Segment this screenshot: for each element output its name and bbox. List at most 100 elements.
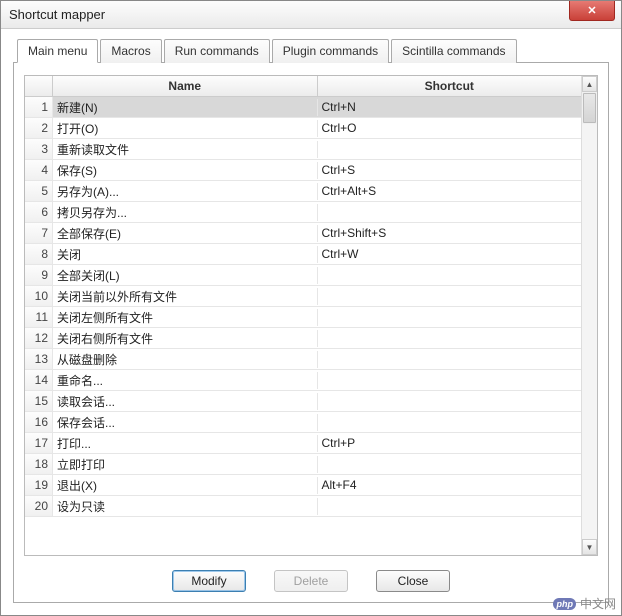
- watermark: php 中文网: [553, 595, 616, 612]
- row-name: 重命名...: [53, 372, 318, 389]
- table-row[interactable]: 7全部保存(E)Ctrl+Shift+S: [25, 223, 581, 244]
- row-name: 读取会话...: [53, 393, 318, 410]
- table-row[interactable]: 6拷贝另存为...: [25, 202, 581, 223]
- row-name: 打印...: [53, 435, 318, 452]
- tab-bar: Main menuMacrosRun commandsPlugin comman…: [13, 39, 609, 63]
- table-row[interactable]: 2打开(O)Ctrl+O: [25, 118, 581, 139]
- table-row[interactable]: 18立即打印: [25, 454, 581, 475]
- row-index: 2: [25, 118, 53, 138]
- table-row[interactable]: 4保存(S)Ctrl+S: [25, 160, 581, 181]
- table-body: 1新建(N)Ctrl+N2打开(O)Ctrl+O3重新读取文件4保存(S)Ctr…: [25, 97, 581, 555]
- scroll-up-button[interactable]: ▲: [582, 76, 597, 92]
- row-shortcut: Ctrl+N: [318, 100, 582, 114]
- table-row[interactable]: 9全部关闭(L): [25, 265, 581, 286]
- table-row[interactable]: 14重命名...: [25, 370, 581, 391]
- table-area: Name Shortcut 1新建(N)Ctrl+N2打开(O)Ctrl+O3重…: [25, 76, 581, 555]
- row-name: 关闭: [53, 246, 318, 263]
- window-close-button[interactable]: ✕: [569, 1, 615, 21]
- tab-plugin-commands[interactable]: Plugin commands: [272, 39, 389, 63]
- vertical-scrollbar[interactable]: ▲ ▼: [581, 76, 597, 555]
- row-name: 退出(X): [53, 477, 318, 494]
- chevron-up-icon: ▲: [586, 80, 594, 89]
- shortcut-mapper-window: Shortcut mapper ✕ Main menuMacrosRun com…: [0, 0, 622, 616]
- tab-scintilla-commands[interactable]: Scintilla commands: [391, 39, 516, 63]
- row-shortcut: Alt+F4: [318, 478, 582, 492]
- row-index: 20: [25, 496, 53, 516]
- row-shortcut: Ctrl+Alt+S: [318, 184, 582, 198]
- row-name: 另存为(A)...: [53, 183, 318, 200]
- chevron-down-icon: ▼: [586, 543, 594, 552]
- row-index: 3: [25, 139, 53, 159]
- row-name: 全部关闭(L): [53, 267, 318, 284]
- header-name[interactable]: Name: [53, 76, 318, 96]
- scroll-track[interactable]: [582, 124, 597, 539]
- scroll-thumb[interactable]: [583, 93, 596, 123]
- watermark-text: 中文网: [580, 595, 616, 612]
- table-row[interactable]: 1新建(N)Ctrl+N: [25, 97, 581, 118]
- header-shortcut[interactable]: Shortcut: [318, 76, 582, 96]
- row-index: 16: [25, 412, 53, 432]
- table-row[interactable]: 20设为只读: [25, 496, 581, 517]
- delete-button: Delete: [274, 570, 348, 592]
- row-name: 新建(N): [53, 99, 318, 116]
- row-index: 10: [25, 286, 53, 306]
- row-index: 1: [25, 97, 53, 117]
- row-name: 重新读取文件: [53, 141, 318, 158]
- row-shortcut: Ctrl+W: [318, 247, 582, 261]
- row-index: 5: [25, 181, 53, 201]
- tab-macros[interactable]: Macros: [100, 39, 161, 63]
- row-name: 从磁盘删除: [53, 351, 318, 368]
- row-name: 关闭左侧所有文件: [53, 309, 318, 326]
- table-row[interactable]: 11关闭左侧所有文件: [25, 307, 581, 328]
- row-index: 19: [25, 475, 53, 495]
- scroll-down-button[interactable]: ▼: [582, 539, 597, 555]
- row-name: 保存会话...: [53, 414, 318, 431]
- row-name: 关闭当前以外所有文件: [53, 288, 318, 305]
- table-row[interactable]: 19退出(X)Alt+F4: [25, 475, 581, 496]
- row-name: 保存(S): [53, 162, 318, 179]
- table-row[interactable]: 17打印...Ctrl+P: [25, 433, 581, 454]
- header-index[interactable]: [25, 76, 53, 96]
- tab-run-commands[interactable]: Run commands: [164, 39, 270, 63]
- row-index: 9: [25, 265, 53, 285]
- tab-main-menu[interactable]: Main menu: [17, 39, 98, 63]
- table-row[interactable]: 3重新读取文件: [25, 139, 581, 160]
- modify-button[interactable]: Modify: [172, 570, 246, 592]
- table-row[interactable]: 12关闭右侧所有文件: [25, 328, 581, 349]
- table-row[interactable]: 13从磁盘删除: [25, 349, 581, 370]
- button-bar: Modify Delete Close: [24, 556, 598, 592]
- table-header: Name Shortcut: [25, 76, 581, 97]
- table-row[interactable]: 10关闭当前以外所有文件: [25, 286, 581, 307]
- tab-panel: Name Shortcut 1新建(N)Ctrl+N2打开(O)Ctrl+O3重…: [13, 62, 609, 603]
- row-name: 立即打印: [53, 456, 318, 473]
- row-index: 13: [25, 349, 53, 369]
- row-index: 14: [25, 370, 53, 390]
- table-row[interactable]: 8关闭Ctrl+W: [25, 244, 581, 265]
- row-index: 6: [25, 202, 53, 222]
- row-name: 拷贝另存为...: [53, 204, 318, 221]
- row-shortcut: Ctrl+O: [318, 121, 582, 135]
- row-index: 11: [25, 307, 53, 327]
- content-area: Main menuMacrosRun commandsPlugin comman…: [1, 29, 621, 615]
- table-row[interactable]: 16保存会话...: [25, 412, 581, 433]
- row-index: 12: [25, 328, 53, 348]
- row-name: 打开(O): [53, 120, 318, 137]
- close-icon: ✕: [587, 4, 596, 17]
- titlebar: Shortcut mapper ✕: [1, 1, 621, 29]
- row-name: 全部保存(E): [53, 225, 318, 242]
- shortcut-table: Name Shortcut 1新建(N)Ctrl+N2打开(O)Ctrl+O3重…: [24, 75, 598, 556]
- table-row[interactable]: 15读取会话...: [25, 391, 581, 412]
- row-index: 8: [25, 244, 53, 264]
- close-button[interactable]: Close: [376, 570, 450, 592]
- table-row[interactable]: 5另存为(A)...Ctrl+Alt+S: [25, 181, 581, 202]
- row-shortcut: Ctrl+Shift+S: [318, 226, 582, 240]
- row-shortcut: Ctrl+S: [318, 163, 582, 177]
- row-index: 17: [25, 433, 53, 453]
- row-name: 关闭右侧所有文件: [53, 330, 318, 347]
- row-shortcut: Ctrl+P: [318, 436, 582, 450]
- row-index: 15: [25, 391, 53, 411]
- row-index: 18: [25, 454, 53, 474]
- row-index: 4: [25, 160, 53, 180]
- window-title: Shortcut mapper: [9, 7, 105, 22]
- row-index: 7: [25, 223, 53, 243]
